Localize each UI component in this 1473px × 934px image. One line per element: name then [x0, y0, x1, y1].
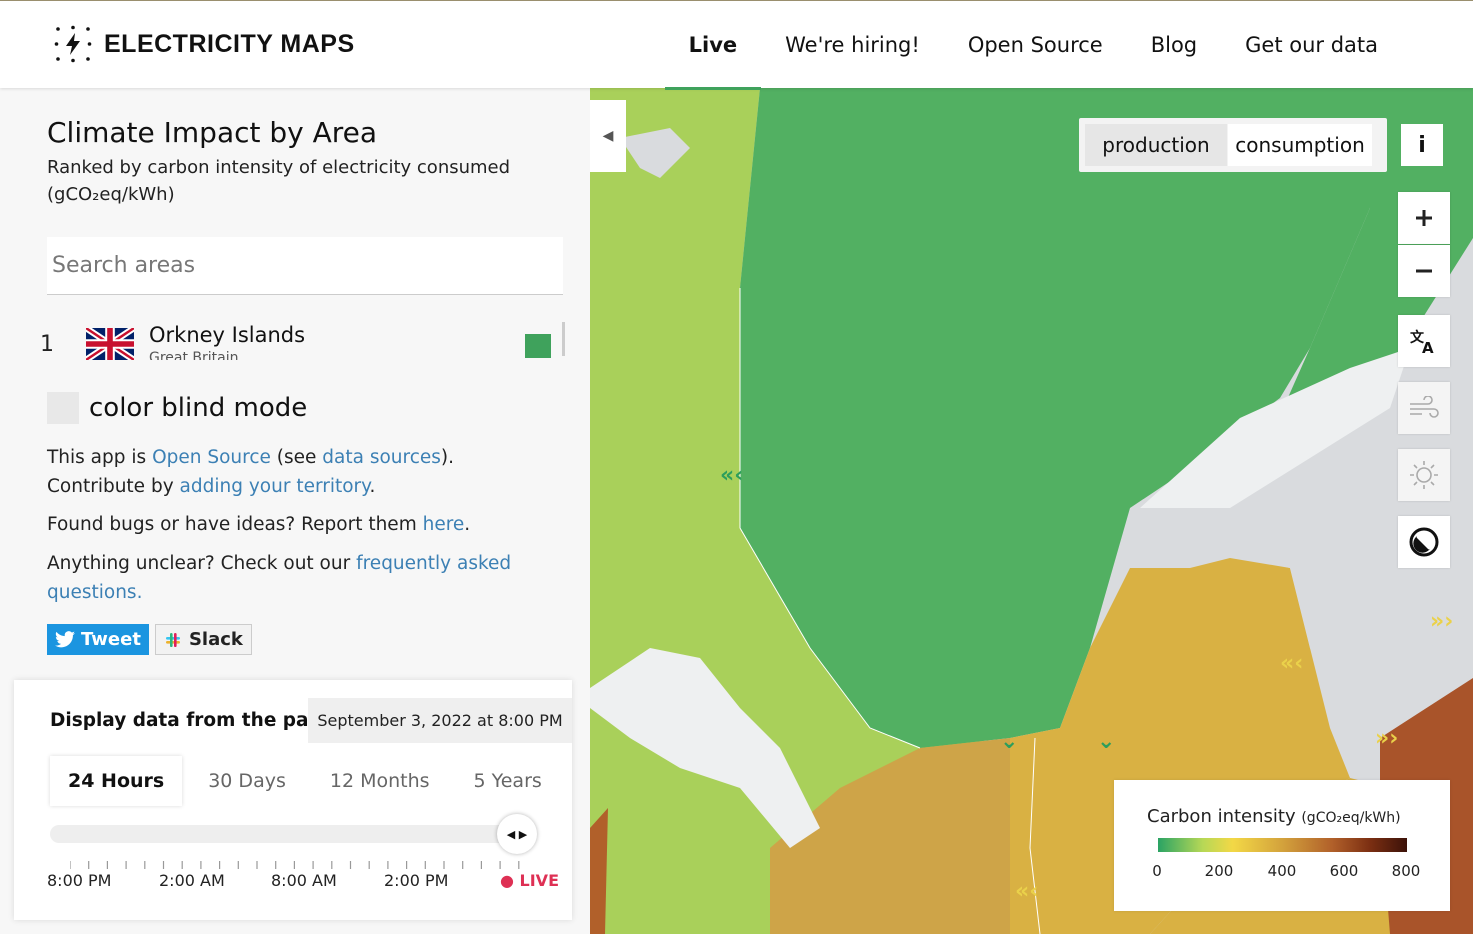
share-buttons: Tweet Slack	[47, 624, 252, 655]
tick-label: 8:00 AM	[271, 871, 337, 890]
color-blind-checkbox[interactable]	[47, 392, 79, 424]
solar-layer-button[interactable]	[1398, 449, 1450, 501]
time-slider-track[interactable]	[50, 825, 516, 843]
faq-text: Anything unclear? Check out our frequent…	[47, 549, 557, 607]
color-blind-label: color blind mode	[89, 393, 308, 423]
area-country: Great Britain	[149, 350, 239, 360]
zoom-out-icon	[1416, 269, 1432, 273]
panel-title: Climate Impact by Area	[47, 116, 378, 149]
nav-open-source[interactable]: Open Source	[944, 1, 1127, 89]
logo-text: ELECTRICITY MAPS	[104, 29, 355, 58]
zoom-in-button[interactable]	[1398, 192, 1450, 244]
flow-arrow-icon: »›	[1375, 726, 1398, 751]
tweet-button[interactable]: Tweet	[47, 624, 149, 655]
tick-label: 2:00 AM	[159, 871, 225, 890]
tick-label: 2:00 PM	[384, 871, 449, 890]
live-label: LIVE	[519, 871, 559, 890]
zoom-out-button[interactable]	[1398, 245, 1450, 297]
legend-color-bar	[1158, 838, 1407, 852]
area-name: Orkney Islands	[149, 323, 306, 347]
info-text: .	[369, 476, 376, 497]
tab-5-years[interactable]: 5 Years	[456, 756, 560, 806]
legend-title-text: Carbon intensity	[1147, 806, 1296, 827]
legend-unit: (gCO₂eq/kWh)	[1301, 810, 1401, 826]
flow-arrow-icon: «‹	[1280, 651, 1303, 676]
logo[interactable]: ELECTRICITY MAPS	[54, 25, 355, 63]
flow-arrow-icon: »›	[1430, 609, 1453, 634]
translate-icon: 文 A	[1410, 329, 1434, 356]
slack-button[interactable]: Slack	[154, 624, 252, 655]
info-text: This app is	[47, 447, 153, 468]
list-item[interactable]: 1 Orkney Islands Great Britain	[30, 320, 570, 360]
time-range-tabs: 24 Hours 30 Days 12 Months 5 Years	[50, 756, 568, 806]
open-source-link[interactable]: Open Source	[152, 447, 271, 468]
search-input[interactable]	[47, 237, 563, 295]
tab-12-months[interactable]: 12 Months	[312, 756, 448, 806]
nav-live[interactable]: Live	[664, 1, 762, 90]
left-panel: Climate Impact by Area Ranked by carbon …	[0, 88, 590, 934]
wind-layer-button[interactable]	[1398, 382, 1450, 434]
svg-text:A: A	[1422, 339, 1434, 356]
uk-flag-icon	[86, 328, 134, 360]
report-here-link[interactable]: here	[423, 514, 465, 535]
time-slider-handle[interactable]: ◀ ▶	[497, 814, 537, 854]
info-text: Found bugs or have ideas? Report them	[47, 514, 423, 535]
intensity-swatch	[525, 334, 551, 358]
list-scrollbar[interactable]	[562, 322, 565, 356]
dark-mode-icon	[1409, 527, 1439, 557]
data-sources-link[interactable]: data sources	[322, 447, 441, 468]
production-consumption-toggle: production consumption	[1079, 118, 1387, 172]
panel-subtitle: Ranked by carbon intensity of electricit…	[47, 157, 511, 205]
flow-arrow-icon: ⌄	[1097, 729, 1115, 754]
flow-arrow-icon: «‹	[720, 463, 743, 488]
timeline-title: Display data from the past	[50, 710, 329, 731]
zone-brown-west[interactable]	[590, 808, 608, 934]
nav-get-data[interactable]: Get our data	[1221, 1, 1402, 89]
main-nav: Live We're hiring! Open Source Blog Get …	[664, 1, 1402, 90]
bugs-text: Found bugs or have ideas? Report them he…	[47, 510, 557, 539]
color-blind-toggle[interactable]: color blind mode	[47, 392, 307, 424]
solar-icon	[1410, 461, 1438, 489]
theme-toggle-button[interactable]	[1398, 516, 1450, 568]
slack-label: Slack	[188, 629, 243, 650]
tab-24-hours[interactable]: 24 Hours	[50, 756, 183, 806]
logo-icon	[54, 25, 92, 63]
info-text: .	[464, 514, 471, 535]
live-indicator[interactable]: ● LIVE	[500, 871, 559, 890]
legend-label: 400	[1267, 862, 1297, 880]
legend-label: 600	[1329, 862, 1359, 880]
language-button[interactable]: 文 A	[1398, 315, 1450, 367]
carbon-intensity-legend: Carbon intensity (gCO₂eq/kWh) 0 200 400 …	[1114, 780, 1450, 911]
legend-label: 200	[1204, 862, 1234, 880]
production-button[interactable]: production	[1085, 124, 1227, 166]
legend-title: Carbon intensity (gCO₂eq/kWh)	[1147, 806, 1401, 827]
time-controller: Display data from the past September 3, …	[14, 680, 572, 920]
flow-arrow-icon: ⌄	[1000, 729, 1018, 754]
selected-datetime: September 3, 2022 at 8:00 PM	[308, 698, 572, 743]
zoom-in-icon	[1416, 210, 1432, 226]
twitter-icon	[55, 631, 75, 648]
nav-hiring[interactable]: We're hiring!	[761, 1, 944, 89]
tab-30-days[interactable]: 30 Days	[190, 756, 304, 806]
top-header: ELECTRICITY MAPS Live We're hiring! Open…	[0, 0, 1473, 90]
rank-number: 1	[40, 332, 54, 357]
nav-blog[interactable]: Blog	[1127, 1, 1221, 89]
tick-label: 8:00 PM	[47, 871, 112, 890]
collapse-panel-button[interactable]: ◀	[590, 100, 626, 172]
legend-label: 0	[1152, 862, 1162, 880]
add-territory-link[interactable]: adding your territory	[180, 476, 370, 497]
slack-icon	[165, 632, 180, 647]
info-text: Anything unclear? Check out our	[47, 553, 357, 574]
tweet-label: Tweet	[81, 629, 141, 650]
legend-label: 800	[1391, 862, 1421, 880]
info-button[interactable]: i	[1401, 124, 1443, 166]
consumption-button[interactable]: consumption	[1228, 124, 1372, 166]
flow-arrow-icon: «‹	[1015, 879, 1038, 904]
info-text: (see	[270, 447, 323, 468]
timeline-ticks	[70, 861, 520, 869]
wind-icon	[1410, 396, 1439, 418]
open-source-text: This app is Open Source (see data source…	[47, 443, 557, 501]
